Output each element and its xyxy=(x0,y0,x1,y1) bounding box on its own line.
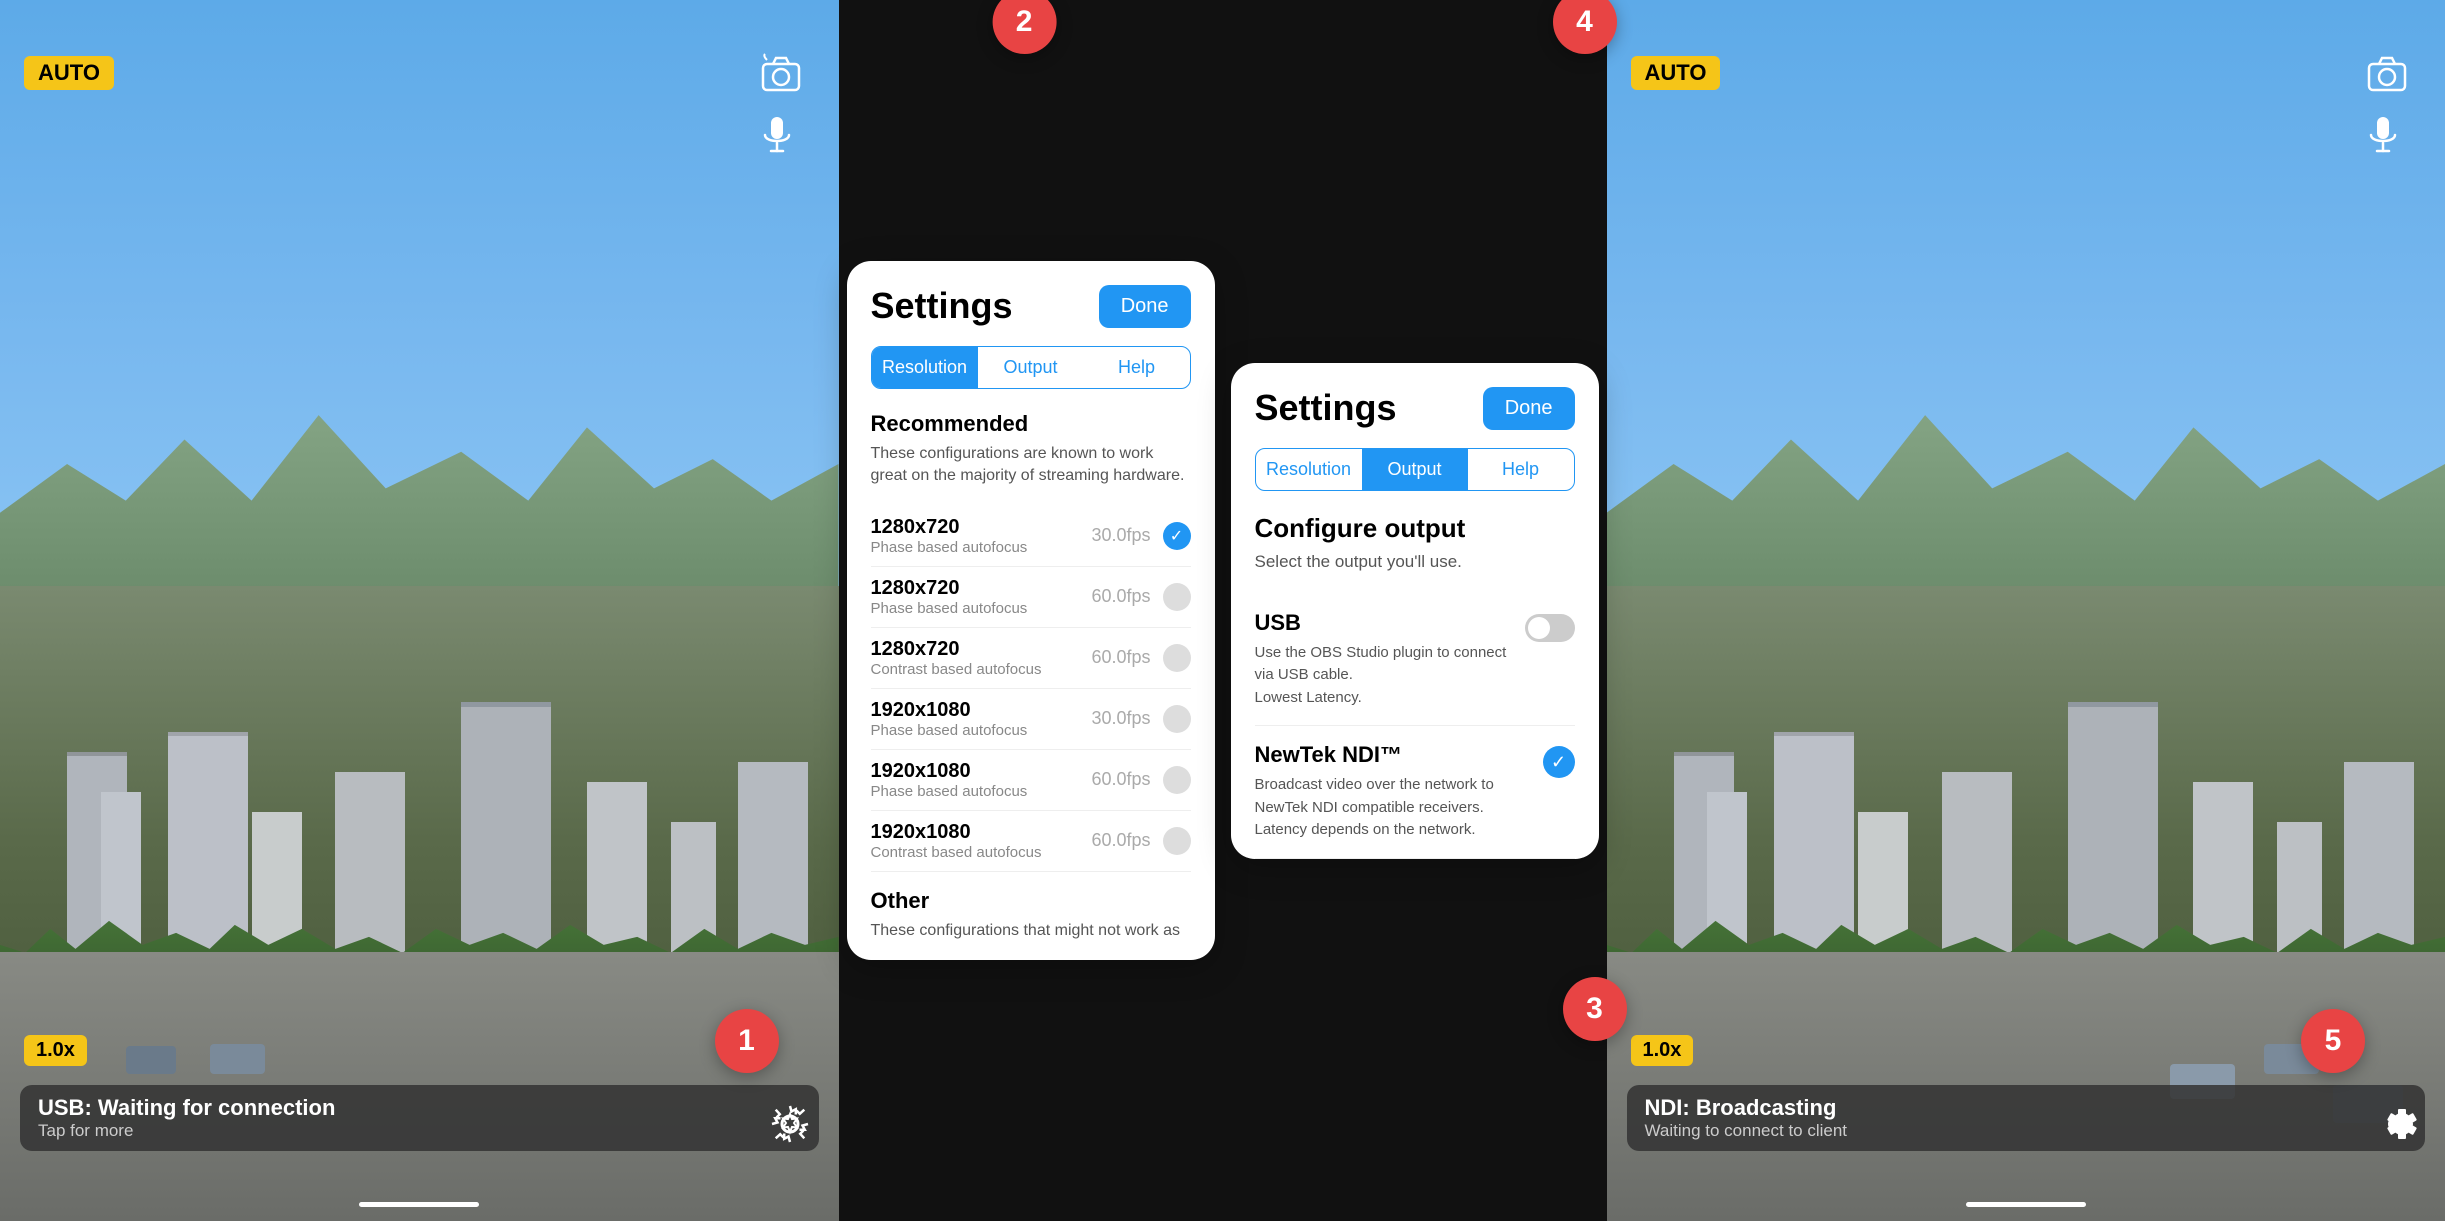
other-title: Other xyxy=(871,888,1191,914)
res-title-2: 1280x720 xyxy=(871,638,1042,661)
settings-title-left: Settings xyxy=(871,285,1013,327)
resolution-row-3[interactable]: 1920x1080 Phase based autofocus 30.0fps xyxy=(871,689,1191,750)
tab-output-left[interactable]: Output xyxy=(978,347,1084,388)
home-indicator-right xyxy=(1966,1202,2086,1207)
res-title-5: 1920x1080 xyxy=(871,821,1042,844)
auto-badge-right: AUTO xyxy=(1631,56,1721,90)
other-desc: These configurations that might not work… xyxy=(871,920,1191,942)
tab-bar-right: Resolution Output Help xyxy=(1255,448,1575,491)
output-name-usb: USB xyxy=(1255,610,1515,636)
recommended-title: Recommended xyxy=(871,411,1191,437)
tab-resolution-left[interactable]: Resolution xyxy=(872,347,978,388)
left-camera-panel: AUTO 1.0x 1 USB: Waiting for connect xyxy=(0,0,839,1221)
home-indicator-left xyxy=(359,1202,479,1207)
camera-switch-icon-left[interactable] xyxy=(755,48,807,100)
done-button-right[interactable]: Done xyxy=(1483,387,1575,430)
fps-4: 60.0fps xyxy=(1091,769,1150,790)
output-option-usb[interactable]: USB Use the OBS Studio plugin to connect… xyxy=(1255,594,1575,727)
fps-2: 60.0fps xyxy=(1091,647,1150,668)
output-desc-usb: Use the OBS Studio plugin to connect via… xyxy=(1255,642,1515,710)
status-bar-left[interactable]: USB: Waiting for connection Tap for more xyxy=(20,1085,819,1151)
gear-icon-right[interactable] xyxy=(2371,1099,2421,1149)
recommended-desc: These configurations are known to work g… xyxy=(871,443,1191,488)
status-bar-right[interactable]: NDI: Broadcasting Waiting to connect to … xyxy=(1627,1085,2426,1151)
res-title-0: 1280x720 xyxy=(871,516,1028,539)
resolution-row-1[interactable]: 1280x720 Phase based autofocus 60.0fps xyxy=(871,567,1191,628)
tab-bar-left: Resolution Output Help xyxy=(871,346,1191,389)
status-sub-right: Waiting to connect to client xyxy=(1645,1121,2408,1141)
radio-3[interactable] xyxy=(1163,705,1191,733)
res-sub-1: Phase based autofocus xyxy=(871,600,1028,617)
res-sub-5: Contrast based autofocus xyxy=(871,844,1042,861)
res-sub-4: Phase based autofocus xyxy=(871,783,1028,800)
auto-badge-left: AUTO xyxy=(24,56,114,90)
fps-3: 30.0fps xyxy=(1091,708,1150,729)
resolution-row-4[interactable]: 1920x1080 Phase based autofocus 60.0fps xyxy=(871,750,1191,811)
output-name-ndi: NewTek NDI™ xyxy=(1255,742,1515,768)
check-ndi[interactable]: ✓ xyxy=(1543,746,1575,778)
res-title-3: 1920x1080 xyxy=(871,699,1028,722)
res-sub-0: Phase based autofocus xyxy=(871,539,1028,556)
zoom-badge-right[interactable]: 1.0x xyxy=(1631,1035,1694,1066)
resolution-row-0[interactable]: 1280x720 Phase based autofocus 30.0fps ✓ xyxy=(871,506,1191,567)
step-3-badge: 3 xyxy=(1563,977,1627,1041)
tab-output-right[interactable]: Output xyxy=(1362,449,1468,490)
step-1-badge: 1 xyxy=(715,1009,779,1073)
status-title-right: NDI: Broadcasting xyxy=(1645,1095,2408,1121)
step-5-badge: 5 xyxy=(2301,1009,2365,1073)
mic-icon-right[interactable] xyxy=(2363,116,2403,156)
done-button-left[interactable]: Done xyxy=(1099,285,1191,328)
gear-icon-left[interactable] xyxy=(765,1099,815,1149)
tab-help-right[interactable]: Help xyxy=(1468,449,1574,490)
status-sub-left: Tap for more xyxy=(38,1121,801,1141)
toggle-usb[interactable] xyxy=(1525,614,1575,642)
status-title-left: USB: Waiting for connection xyxy=(38,1095,801,1121)
res-title-1: 1280x720 xyxy=(871,577,1028,600)
settings-title-right: Settings xyxy=(1255,387,1397,429)
radio-4[interactable] xyxy=(1163,766,1191,794)
configure-title: Configure output xyxy=(1255,513,1575,544)
radio-1[interactable] xyxy=(1163,583,1191,611)
res-sub-2: Contrast based autofocus xyxy=(871,661,1042,678)
step-2-badge: 2 xyxy=(992,0,1056,54)
output-desc-ndi: Broadcast video over the network to NewT… xyxy=(1255,774,1515,842)
fps-1: 60.0fps xyxy=(1091,586,1150,607)
zoom-badge-left[interactable]: 1.0x xyxy=(24,1035,87,1066)
fps-0: 30.0fps xyxy=(1091,525,1150,546)
tab-resolution-right[interactable]: Resolution xyxy=(1256,449,1362,490)
configure-desc: Select the output you'll use. xyxy=(1255,552,1575,572)
fps-5: 60.0fps xyxy=(1091,830,1150,851)
settings-panel-right: Settings Done Resolution Output Help Con… xyxy=(1231,363,1599,859)
radio-2[interactable] xyxy=(1163,644,1191,672)
settings-panel-right-wrapper: Settings Done Resolution Output Help Con… xyxy=(1223,0,1607,1221)
tab-help-left[interactable]: Help xyxy=(1084,347,1190,388)
settings-panel-left: Settings Done Resolution Output Help Rec… xyxy=(847,261,1215,960)
right-camera-panel: AUTO 1.0x NDI: Broadcasting Waiting to c… xyxy=(1607,0,2445,1221)
output-option-ndi[interactable]: NewTek NDI™ Broadcast video over the net… xyxy=(1255,726,1575,859)
res-sub-3: Phase based autofocus xyxy=(871,722,1028,739)
res-title-4: 1920x1080 xyxy=(871,760,1028,783)
resolution-row-2[interactable]: 1280x720 Contrast based autofocus 60.0fp… xyxy=(871,628,1191,689)
settings-panel-left-wrapper: Settings Done Resolution Output Help Rec… xyxy=(839,0,1223,1221)
resolution-row-5[interactable]: 1920x1080 Contrast based autofocus 60.0f… xyxy=(871,811,1191,872)
camera-switch-icon-right[interactable] xyxy=(2361,48,2413,100)
radio-5[interactable] xyxy=(1163,827,1191,855)
mic-icon-left[interactable] xyxy=(757,116,797,156)
radio-0[interactable]: ✓ xyxy=(1163,522,1191,550)
